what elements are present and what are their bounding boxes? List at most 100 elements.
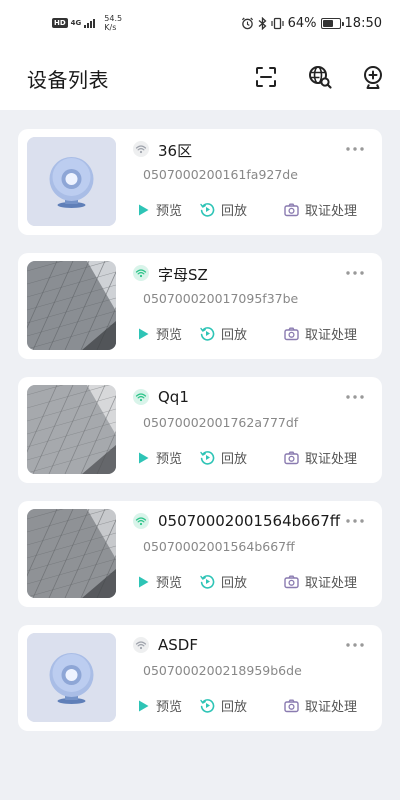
evidence-button[interactable]: 取证处理	[284, 324, 357, 343]
evidence-label: 取证处理	[305, 700, 358, 715]
building-photo	[27, 509, 116, 598]
device-serial: 05070002001762a777df	[143, 415, 299, 430]
preview-button[interactable]: 预览	[136, 448, 182, 467]
vibrate-icon	[271, 17, 284, 30]
wifi-icon	[133, 513, 149, 529]
building-photo	[27, 261, 116, 350]
evidence-button[interactable]: 取证处理	[284, 200, 357, 219]
status-right: 64% 18:50	[241, 16, 382, 31]
battery-percent: 64%	[287, 16, 317, 31]
preview-button[interactable]: 预览	[136, 572, 182, 591]
preview-label: 预览	[156, 576, 183, 591]
playback-button[interactable]: 回放	[200, 200, 247, 219]
building-photo	[27, 385, 116, 474]
hd-badge: HD	[52, 18, 68, 28]
replay-icon	[200, 203, 215, 217]
more-icon[interactable]	[345, 146, 365, 152]
play-icon	[139, 452, 149, 463]
wifi-icon	[133, 637, 149, 653]
device-card[interactable]: Qq1 05070002001762a777df 预览 回放 取证处理	[18, 377, 382, 483]
play-icon	[139, 328, 149, 339]
evidence-label: 取证处理	[305, 328, 358, 343]
evidence-label: 取证处理	[305, 576, 358, 591]
device-serial: 050700020017095f37be	[143, 291, 299, 306]
evidence-button[interactable]: 取证处理	[284, 696, 357, 715]
device-serial: 0507000200161fa927de	[143, 167, 298, 182]
device-name: Qq1	[158, 388, 189, 406]
device-serial: 05070002001564b667ff	[143, 539, 295, 554]
playback-button[interactable]: 回放	[200, 572, 247, 591]
device-name: 字母SZ	[158, 266, 208, 284]
playback-button[interactable]: 回放	[200, 448, 247, 467]
evidence-button[interactable]: 取证处理	[284, 448, 357, 467]
network-speed: 54.5 K/s	[104, 14, 122, 32]
replay-icon	[200, 575, 215, 589]
camera-placeholder-icon	[27, 633, 116, 722]
device-name: 36区	[158, 142, 193, 160]
device-thumbnail[interactable]	[27, 633, 116, 722]
device-card[interactable]: 字母SZ 050700020017095f37be 预览 回放 取证处理	[18, 253, 382, 359]
device-name: 05070002001564b667ff	[158, 512, 341, 530]
more-icon[interactable]	[345, 270, 365, 276]
replay-icon	[200, 451, 215, 465]
more-icon[interactable]	[345, 642, 365, 648]
speed-unit: K/s	[104, 23, 117, 32]
evidence-button[interactable]: 取证处理	[284, 572, 357, 591]
playback-label: 回放	[221, 204, 248, 219]
scan-icon[interactable]	[253, 64, 279, 90]
more-icon[interactable]	[345, 518, 365, 524]
bluetooth-icon	[258, 17, 267, 30]
preview-label: 预览	[156, 452, 183, 467]
wifi-icon	[133, 389, 149, 405]
preview-label: 预览	[156, 700, 183, 715]
play-icon	[139, 576, 149, 587]
playback-button[interactable]: 回放	[200, 324, 247, 343]
playback-label: 回放	[221, 576, 248, 591]
camera-placeholder-icon	[27, 137, 116, 226]
speed-value: 54.5	[104, 14, 123, 23]
replay-icon	[200, 327, 215, 341]
preview-button[interactable]: 预览	[136, 696, 182, 715]
play-icon	[139, 204, 149, 215]
playback-label: 回放	[221, 452, 248, 467]
camera-icon	[284, 575, 299, 588]
device-name: ASDF	[158, 636, 198, 654]
device-thumbnail[interactable]	[27, 385, 116, 474]
status-left: HD 4G 54.5 K/s	[52, 14, 122, 32]
camera-icon	[284, 451, 299, 464]
device-card[interactable]: 36区 0507000200161fa927de 预览 回放 取证处理	[18, 129, 382, 235]
page-title: 设备列表	[27, 68, 109, 92]
more-icon[interactable]	[345, 394, 365, 400]
app-header: 设备列表	[0, 48, 400, 110]
alarm-icon	[241, 17, 253, 30]
network-type: 4G	[70, 18, 82, 27]
preview-label: 预览	[156, 204, 183, 219]
playback-button[interactable]: 回放	[200, 696, 247, 715]
device-thumbnail[interactable]	[27, 261, 116, 350]
preview-label: 预览	[156, 328, 183, 343]
evidence-label: 取证处理	[305, 452, 358, 467]
device-thumbnail[interactable]	[27, 137, 116, 226]
add-camera-icon[interactable]	[360, 64, 386, 90]
wifi-icon	[133, 141, 149, 157]
camera-icon	[284, 203, 299, 216]
playback-label: 回放	[221, 328, 248, 343]
battery-fill	[322, 20, 333, 27]
evidence-label: 取证处理	[305, 204, 358, 219]
playback-label: 回放	[221, 700, 248, 715]
preview-button[interactable]: 预览	[136, 324, 182, 343]
preview-button[interactable]: 预览	[136, 200, 182, 219]
wifi-icon	[133, 265, 149, 281]
camera-icon	[284, 699, 299, 712]
device-thumbnail[interactable]	[27, 509, 116, 598]
device-serial: 0507000200218959b6de	[143, 663, 302, 678]
battery-icon	[320, 18, 344, 29]
clock: 18:50	[344, 16, 382, 31]
replay-icon	[200, 699, 215, 713]
camera-icon	[284, 327, 299, 340]
device-card[interactable]: ASDF 0507000200218959b6de 预览 回放 取证处理	[18, 625, 382, 731]
globe-search-icon[interactable]	[307, 64, 333, 90]
device-card[interactable]: 05070002001564b667ff 05070002001564b667f…	[18, 501, 382, 607]
play-icon	[139, 700, 149, 711]
signal-icon	[84, 19, 96, 28]
